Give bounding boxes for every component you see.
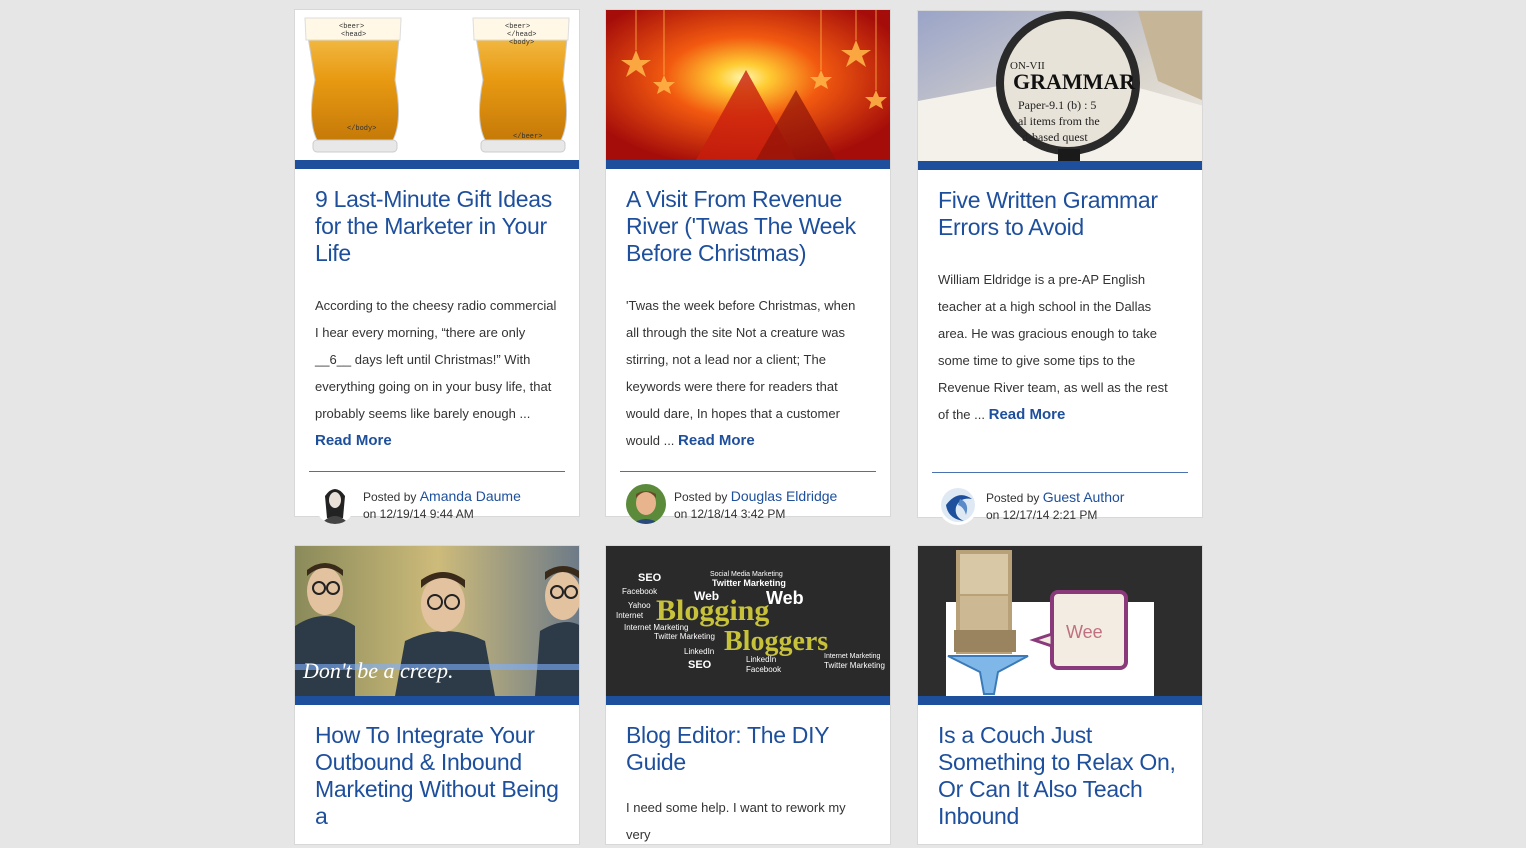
- posted-by: Posted by Guest Author: [986, 487, 1124, 508]
- svg-text:Internet: Internet: [616, 611, 644, 620]
- svg-text:<beer>: <beer>: [505, 23, 530, 31]
- svg-text:<body>: <body>: [509, 39, 534, 47]
- post-title-link[interactable]: 9 Last-Minute Gift Ideas for the Markete…: [315, 186, 552, 266]
- posted-by-label: Posted by: [986, 491, 1040, 505]
- avatar[interactable]: [938, 485, 978, 525]
- posted-by-label: Posted by: [363, 490, 417, 504]
- svg-text:Twitter Marketing: Twitter Marketing: [824, 661, 885, 670]
- post-excerpt: I need some help. I want to rework my ve…: [606, 794, 890, 848]
- svg-text:</beer>: </beer>: [513, 133, 542, 141]
- post-title[interactable]: Blog Editor: The DIY Guide: [606, 722, 890, 776]
- svg-text:Facebook: Facebook: [622, 587, 658, 596]
- svg-text:Wee: Wee: [1066, 622, 1103, 642]
- post-title-link[interactable]: Blog Editor: The DIY Guide: [626, 722, 829, 775]
- svg-text:Bloggers: Bloggers: [724, 626, 828, 657]
- svg-text:SEO: SEO: [638, 572, 662, 584]
- svg-text:Social Media Marketing: Social Media Marketing: [710, 571, 783, 578]
- three-men-image[interactable]: Don't be a creep.: [295, 546, 579, 705]
- svg-text:Twitter Marketing: Twitter Marketing: [712, 578, 786, 588]
- post-excerpt-text: William Eldridge is a pre-AP English tea…: [938, 272, 1168, 422]
- post-excerpt-text: I need some help. I want to rework my ve…: [626, 800, 846, 842]
- svg-text:</head>: </head>: [507, 31, 536, 39]
- avatar[interactable]: [626, 484, 666, 524]
- magnifying-glass-image[interactable]: ON-VII GRAMMAR Paper-9.1 (b) : 5 al item…: [918, 11, 1202, 170]
- author-link[interactable]: Guest Author: [1043, 489, 1125, 505]
- svg-text:Web: Web: [766, 588, 804, 608]
- posted-by-label: Posted by: [674, 490, 728, 504]
- svg-text:d-based quest: d-based quest: [1022, 130, 1088, 144]
- read-more-link[interactable]: Read More: [678, 432, 755, 449]
- post-author-block: Posted by Guest Author on 12/17/14 2:21 …: [918, 473, 1202, 541]
- posted-by: Posted by Amanda Daume: [363, 486, 521, 507]
- post-title-link[interactable]: Is a Couch Just Something to Relax On, O…: [938, 722, 1176, 829]
- svg-text:<beer>: <beer>: [339, 23, 364, 31]
- blog-post-card: A Visit From Revenue River ('Twas The We…: [605, 9, 891, 524]
- post-title[interactable]: How To Integrate Your Outbound & Inbound…: [295, 722, 579, 830]
- post-excerpt-text: According to the cheesy radio commercial…: [315, 298, 557, 421]
- blog-post-card: <beer> <head> </body> <beer> </head> <bo…: [294, 9, 580, 524]
- post-title[interactable]: A Visit From Revenue River ('Twas The We…: [606, 186, 890, 267]
- post-title-link[interactable]: A Visit From Revenue River ('Twas The We…: [626, 186, 856, 266]
- post-date: on 12/17/14 2:21 PM: [986, 508, 1098, 522]
- christmas-stars-image[interactable]: [606, 10, 890, 169]
- post-excerpt: According to the cheesy radio commercial…: [295, 292, 579, 454]
- blog-post-card: ON-VII GRAMMAR Paper-9.1 (b) : 5 al item…: [917, 10, 1203, 525]
- author-link[interactable]: Douglas Eldridge: [731, 488, 838, 504]
- svg-text:Twitter Marketing: Twitter Marketing: [654, 632, 715, 641]
- post-author-block: Posted by Amanda Daume on 12/19/14 9:44 …: [295, 472, 579, 540]
- post-title[interactable]: 9 Last-Minute Gift Ideas for the Markete…: [295, 186, 579, 267]
- post-title[interactable]: Five Written Grammar Errors to Avoid: [918, 187, 1202, 241]
- post-excerpt: 'Twas the week before Christmas, when al…: [606, 292, 890, 454]
- svg-text:SEO: SEO: [688, 659, 712, 671]
- svg-text:GRAMMAR: GRAMMAR: [1013, 69, 1136, 94]
- svg-text:LinkedIn: LinkedIn: [684, 647, 714, 656]
- blog-post-card: Don't be a creep. How To Integrate Your …: [294, 545, 580, 845]
- post-date: on 12/19/14 9:44 AM: [363, 507, 474, 521]
- svg-text:Blogging: Blogging: [656, 594, 769, 627]
- post-title-link[interactable]: How To Integrate Your Outbound & Inbound…: [315, 722, 559, 829]
- svg-text:Facebook: Facebook: [746, 665, 782, 674]
- blog-post-card: SEO Facebook Yahoo Internet Social Media…: [605, 545, 891, 845]
- couch-funnel-image[interactable]: Wee: [918, 546, 1202, 705]
- svg-text:Paper-9.1 (b) : 5: Paper-9.1 (b) : 5: [1018, 98, 1096, 112]
- svg-text:Internet Marketing: Internet Marketing: [824, 653, 881, 660]
- post-excerpt: William Eldridge is a pre-AP English tea…: [918, 266, 1202, 428]
- svg-text:Yahoo: Yahoo: [628, 601, 651, 610]
- avatar[interactable]: [315, 484, 355, 524]
- svg-text:al items from the: al items from the: [1018, 114, 1100, 128]
- read-more-link[interactable]: Read More: [989, 406, 1066, 423]
- post-title-link[interactable]: Five Written Grammar Errors to Avoid: [938, 187, 1158, 240]
- word-cloud-image[interactable]: SEO Facebook Yahoo Internet Social Media…: [606, 546, 890, 705]
- post-excerpt-text: 'Twas the week before Christmas, when al…: [626, 298, 856, 448]
- read-more-link[interactable]: Read More: [315, 432, 392, 449]
- author-link[interactable]: Amanda Daume: [420, 488, 521, 504]
- post-date: on 12/18/14 3:42 PM: [674, 507, 786, 521]
- post-author-block: Posted by Douglas Eldridge on 12/18/14 3…: [606, 472, 890, 540]
- svg-text:Don't be a creep.: Don't be a creep.: [302, 658, 454, 683]
- beer-glasses-image[interactable]: <beer> <head> </body> <beer> </head> <bo…: [295, 10, 579, 169]
- posted-by: Posted by Douglas Eldridge: [674, 486, 837, 507]
- svg-text:<head>: <head>: [341, 31, 366, 39]
- blog-post-card: Wee Is a Couch Just Something to Relax O…: [917, 545, 1203, 845]
- post-title[interactable]: Is a Couch Just Something to Relax On, O…: [918, 722, 1202, 830]
- svg-text:</body>: </body>: [347, 125, 376, 133]
